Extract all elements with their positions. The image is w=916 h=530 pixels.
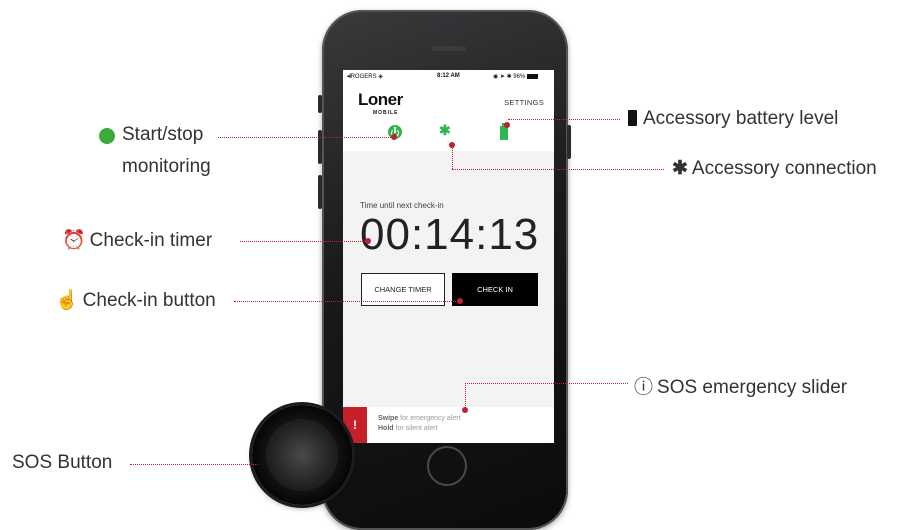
leader-sos-slider <box>465 383 628 384</box>
leader-sos-vertical <box>465 383 466 410</box>
location-icon: ◉ ➤ ✱ <box>493 74 514 80</box>
hand-pointer-icon: ☝ <box>55 290 79 311</box>
marker-battery <box>504 122 510 128</box>
bluetooth-icon: ✱ <box>439 122 451 138</box>
marker-start-stop <box>391 134 397 140</box>
phone-screen: ▪▪ll ROGERS ◈ 8:12 AM ◉ ➤ ✱ 96% Loner MO… <box>343 70 554 443</box>
annotation-sos-button: SOS Button <box>12 452 113 473</box>
checkin-timer: 00:14:13 <box>360 210 540 259</box>
leader-start-stop <box>218 137 393 138</box>
sos-slider[interactable]: ! Swipe for emergency alert Hold for sil… <box>343 407 554 443</box>
front-camera <box>446 26 452 32</box>
leader-connection-vertical <box>452 145 453 169</box>
battery-icon <box>500 123 508 140</box>
timer-caption: Time until next check-in <box>360 201 444 210</box>
check-in-button[interactable]: CHECK IN <box>452 273 538 306</box>
settings-link[interactable]: SETTINGS <box>504 98 544 107</box>
marker-check-in-button <box>457 298 463 304</box>
annotation-battery: Accessory battery level <box>628 108 838 130</box>
bluetooth-annotation-icon: ✱ <box>672 158 688 179</box>
marker-timer <box>365 238 371 244</box>
leader-connection <box>452 169 664 170</box>
status-bar: ▪▪ll ROGERS ◈ 8:12 AM ◉ ➤ ✱ 96% <box>343 70 554 84</box>
annotation-timer: ⏰ Check-in timer <box>62 230 213 251</box>
app-logo-subtitle: MOBILE <box>373 110 399 116</box>
status-time: 8:12 AM <box>437 73 460 79</box>
sos-instructions: Swipe for emergency alert Hold for silen… <box>378 415 461 432</box>
sos-button-device[interactable] <box>252 405 352 505</box>
carrier-label: ▪▪ll ROGERS ◈ <box>347 74 383 80</box>
marker-sos-slider <box>462 407 468 413</box>
status-battery: ◉ ➤ ✱ 96% <box>493 73 538 80</box>
exclamation-circle-icon: ⓘ <box>634 377 654 398</box>
leader-battery <box>508 119 620 120</box>
leader-timer <box>240 241 367 242</box>
marker-connection <box>449 142 455 148</box>
leader-sos-button <box>130 464 258 465</box>
app-header: Loner MOBILE SETTINGS ✱ <box>343 84 554 151</box>
annotation-start-stop-1: Start/stop <box>122 124 204 145</box>
app-logo: Loner <box>358 90 403 109</box>
volume-down-button <box>318 175 322 209</box>
alarm-clock-icon: ⏰ <box>62 230 86 251</box>
green-status-bullet <box>99 128 115 144</box>
home-button[interactable] <box>427 446 467 486</box>
volume-up-button <box>318 130 322 164</box>
wifi-icon: ◈ <box>376 74 383 80</box>
leader-check-in-button <box>234 301 460 302</box>
annotation-sos-slider: ⓘ SOS emergency slider <box>634 377 848 398</box>
earpiece-speaker <box>432 46 466 51</box>
mute-switch <box>318 95 322 113</box>
battery-annotation-icon <box>628 110 637 126</box>
phone-battery-icon <box>526 73 538 79</box>
power-side-button <box>567 125 571 159</box>
annotation-check-in-button: ☝ Check-in button <box>55 290 216 311</box>
annotation-connection: ✱ Accessory connection <box>672 158 877 179</box>
annotation-start-stop-2: monitoring <box>122 156 211 177</box>
